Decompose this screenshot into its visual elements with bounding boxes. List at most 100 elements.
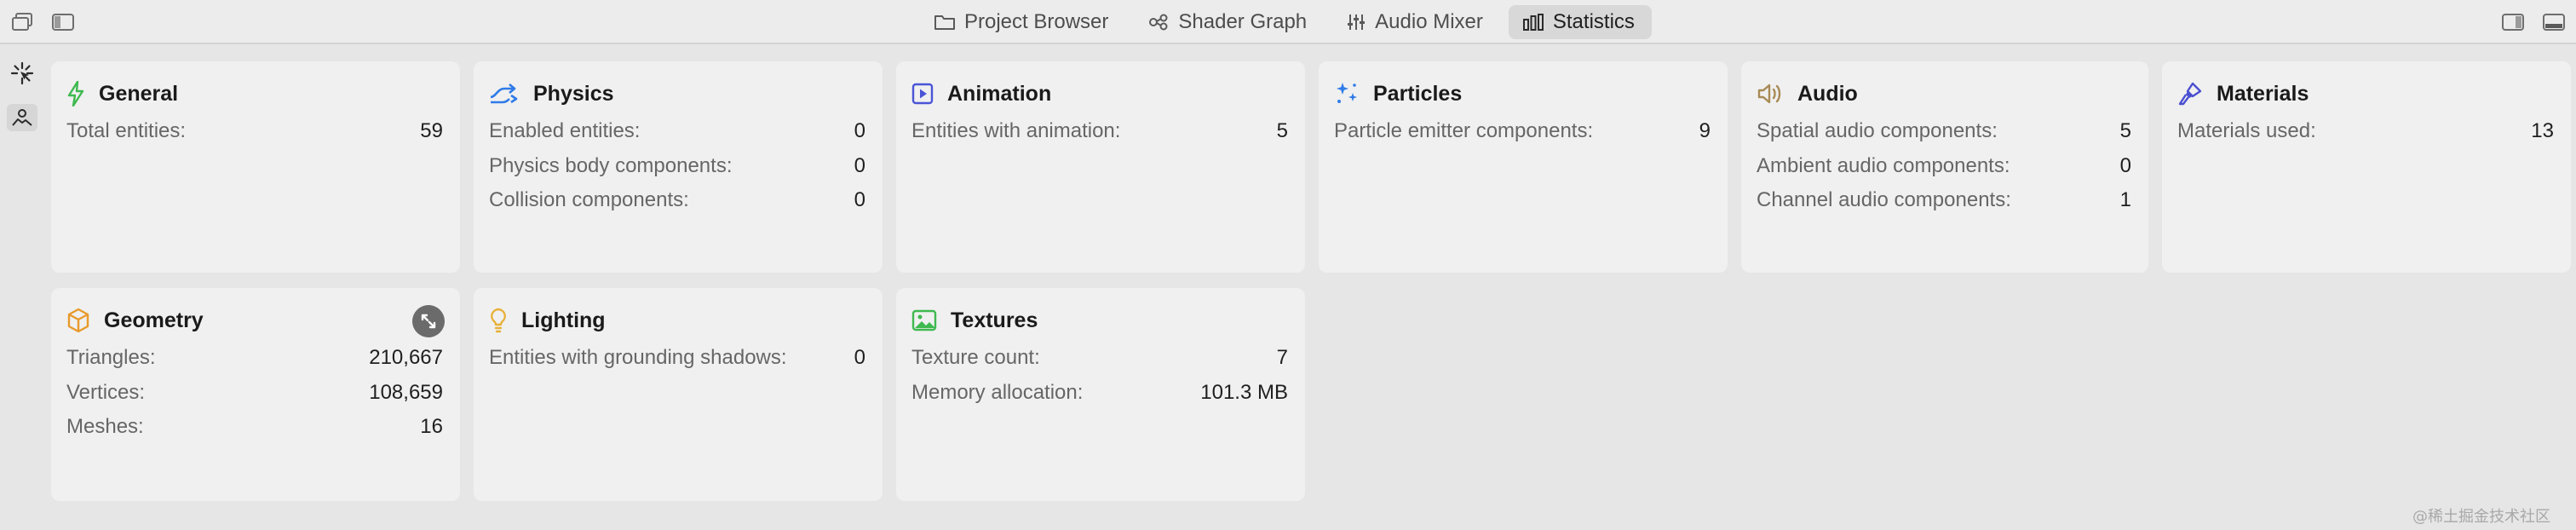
inspector-toggle-icon[interactable] (2501, 12, 2525, 32)
stat-value: 0 (854, 188, 865, 212)
stat-value: 0 (854, 153, 865, 177)
stat-value: 16 (420, 415, 443, 439)
cursor-sparkle-icon (10, 61, 34, 85)
stat-label: Total entities: (66, 119, 187, 143)
tab-statistics[interactable]: Statistics (1508, 5, 1652, 39)
stat-label: Meshes: (66, 415, 144, 439)
card-title: Lighting (521, 308, 606, 332)
geometry-card: Geometry Triangles: 210,667 Vertices: 108,… (51, 288, 460, 501)
general-card: General Total entities: 59 (51, 61, 460, 273)
tab-shader-graph[interactable]: Shader Graph (1134, 5, 1324, 39)
stat-row: Vertices: 108,659 (66, 376, 443, 411)
card-title: Particles (1373, 81, 1463, 106)
stat-label: Entities with grounding shadows: (489, 346, 787, 370)
stat-row: Materials used: 13 (2177, 114, 2554, 149)
left-sidebar (0, 44, 43, 530)
lighting-card: Lighting Entities with grounding shadows… (474, 288, 883, 501)
windows-icon[interactable] (10, 12, 34, 32)
card-title: Animation (947, 81, 1052, 106)
card-title: Audio (1797, 81, 1858, 106)
tab-audio-mixer[interactable]: Audio Mixer (1332, 5, 1500, 39)
expand-button[interactable] (412, 305, 445, 337)
lightbulb-icon (491, 308, 506, 333)
bolt-icon (67, 81, 84, 107)
tab-project-browser[interactable]: Project Browser (920, 5, 1125, 39)
stat-row: Spatial audio components: 5 (1757, 114, 2131, 149)
stat-label: Vertices: (66, 380, 146, 404)
stat-label: Triangles: (66, 346, 156, 370)
stat-value: 7 (1276, 346, 1288, 370)
stat-label: Materials used: (2177, 119, 2316, 143)
stat-value: 108,659 (369, 380, 443, 404)
tab-label: Statistics (1552, 10, 1635, 33)
stat-value: 0 (2119, 153, 2131, 177)
card-title: Textures (951, 308, 1038, 332)
sidebar-toggle-icon[interactable] (51, 12, 75, 32)
play-square-icon (911, 83, 934, 105)
card-title: General (99, 81, 179, 106)
stat-row: Channel audio components: 1 (1757, 183, 2131, 218)
stat-label: Ambient audio components: (1757, 153, 2010, 177)
stat-row: Meshes: 16 (66, 410, 443, 445)
tab-label: Project Browser (964, 10, 1109, 33)
stat-value: 0 (854, 119, 865, 143)
photo-icon (911, 309, 937, 331)
physics-card: Physics Enabled entities: 0 Physics body … (474, 61, 883, 273)
stat-label: Physics body components: (489, 153, 733, 177)
stat-row: Total entities: 59 (66, 114, 443, 149)
sparkles-icon (1337, 83, 1357, 103)
stat-row: Triangles: 210,667 (66, 341, 443, 376)
cube-icon (67, 308, 89, 333)
node-graph-icon (1149, 14, 1168, 31)
stat-row: Collision components: 0 (489, 183, 865, 218)
stat-label: Spatial audio components: (1757, 119, 1998, 143)
card-title: Geometry (104, 308, 204, 332)
stat-value: 13 (2531, 119, 2554, 143)
tab-label: Audio Mixer (1375, 10, 1483, 33)
card-title: Physics (533, 81, 614, 106)
stat-label: Enabled entities: (489, 119, 641, 143)
physics-arrows-icon (490, 84, 518, 104)
particles-card: Particles Particle emitter components: 9 (1319, 61, 1728, 273)
folder-icon (934, 15, 955, 30)
tab-label: Shader Graph (1178, 10, 1308, 33)
card-title: Materials (2217, 81, 2309, 106)
stat-value: 210,667 (369, 346, 443, 370)
stat-value: 59 (420, 119, 443, 143)
sidebar-item-scene[interactable] (7, 104, 37, 131)
bar-chart-icon (1522, 14, 1544, 31)
stat-label: Channel audio components: (1757, 188, 2011, 212)
materials-card: Materials Materials used: 13 (2162, 61, 2571, 273)
stat-label: Texture count: (911, 346, 1040, 370)
stat-row: Physics body components: 0 (489, 149, 865, 184)
stat-label: Particle emitter components: (1334, 119, 1594, 143)
stat-value: 5 (2119, 119, 2131, 143)
stat-row: Entities with animation: 5 (911, 114, 1288, 149)
audio-card: Audio Spatial audio components: 5 Ambient… (1741, 61, 2148, 273)
stat-row: Ambient audio components: 0 (1757, 149, 2131, 184)
stat-value: 5 (1276, 119, 1288, 143)
stat-row: Particle emitter components: 9 (1334, 114, 1711, 149)
stat-label: Memory allocation: (911, 380, 1084, 404)
bottom-panel-toggle-icon[interactable] (2542, 12, 2566, 32)
animation-card: Animation Entities with animation: 5 (896, 61, 1305, 273)
toolbar: Project Browser Shader Graph Audio Mixer… (0, 0, 2576, 44)
stat-value: 0 (854, 346, 865, 370)
stat-row: Entities with grounding shadows: 0 (489, 341, 865, 376)
stat-row: Memory allocation: 101.3 MB (911, 376, 1288, 411)
expand-arrows-icon (421, 314, 436, 329)
scene-icon (12, 109, 32, 126)
stat-value: 9 (1699, 119, 1711, 143)
stat-row: Enabled entities: 0 (489, 114, 865, 149)
stat-label: Collision components: (489, 188, 689, 212)
watermark: @稀土掘金技术社区 (2412, 508, 2550, 526)
editor-tabs: Project Browser Shader Graph Audio Mixer… (920, 5, 1660, 39)
stat-value: 1 (2119, 188, 2131, 212)
speaker-icon (1757, 84, 1781, 104)
stat-row: Texture count: 7 (911, 341, 1288, 376)
textures-card: Textures Texture count: 7 Memory allocati… (896, 288, 1305, 501)
paintbrush-icon (2178, 82, 2202, 106)
stat-label: Entities with animation: (911, 119, 1121, 143)
sidebar-item-select[interactable] (7, 60, 37, 87)
stat-value: 101.3 MB (1200, 380, 1288, 404)
